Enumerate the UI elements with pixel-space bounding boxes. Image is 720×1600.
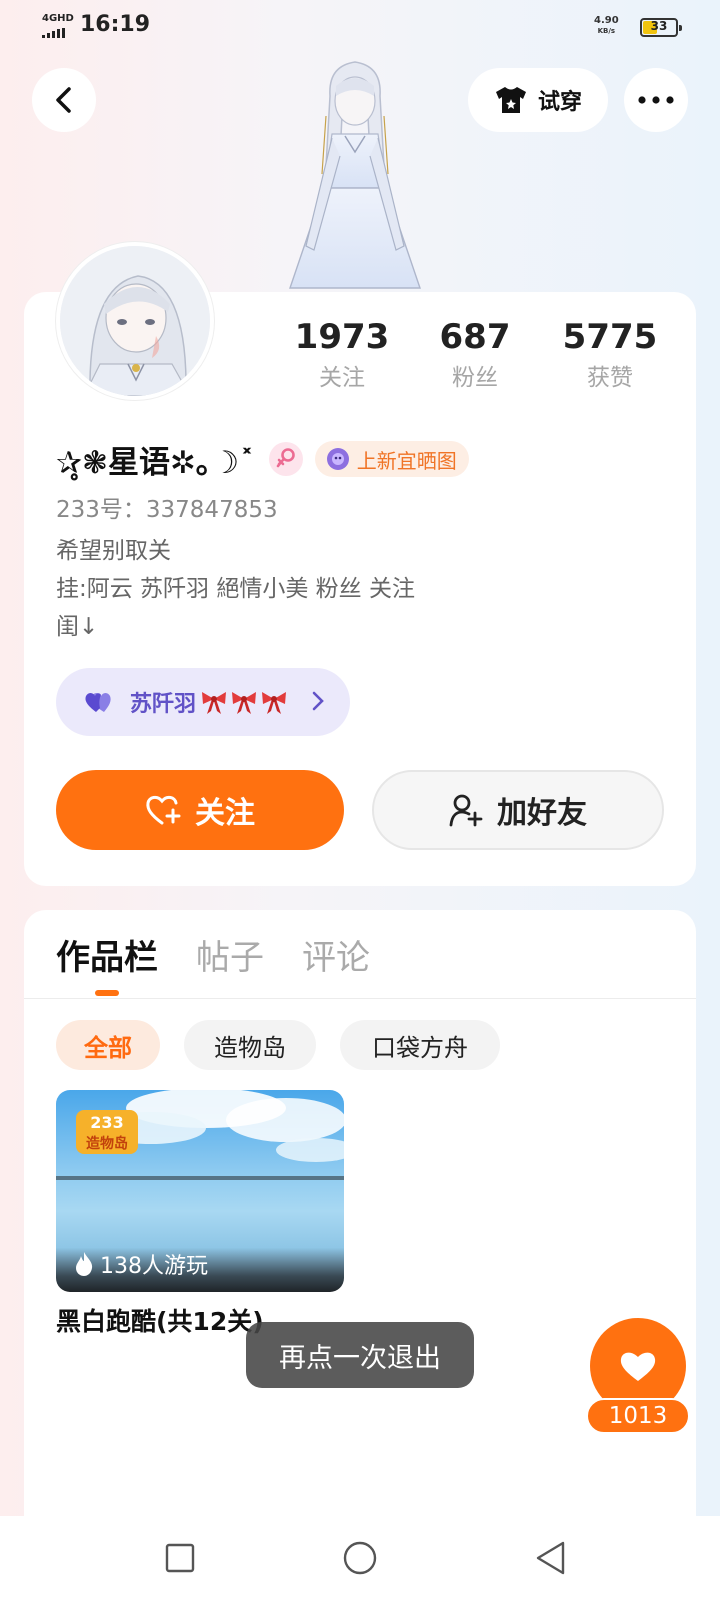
- filter-pocket-ark[interactable]: 口袋方舟: [340, 1020, 500, 1070]
- stat-label: 粉丝: [452, 365, 498, 391]
- name-row: ✰̥❃星语✲｡☽˟ 上新宜晒图: [56, 436, 469, 482]
- add-friend-label: 加好友: [497, 796, 587, 831]
- stat-value: 5775: [562, 317, 658, 357]
- follow-button[interactable]: 关注: [56, 770, 344, 850]
- flame-icon: [76, 1252, 93, 1276]
- home-button[interactable]: [338, 1536, 382, 1580]
- svg-text:233: 233: [90, 1113, 123, 1132]
- ellipsis-icon: [638, 96, 674, 104]
- bestie-card[interactable]: 苏阡羽: [56, 668, 350, 736]
- bow-icon: [262, 692, 287, 714]
- stat-following[interactable]: 1973 关注: [272, 318, 412, 392]
- stat-likes[interactable]: 5775 获赞: [540, 318, 680, 392]
- back-button[interactable]: [32, 68, 96, 132]
- creation-island-logo: 233 造物岛: [76, 1110, 138, 1154]
- try-on-label: 试穿: [537, 90, 582, 115]
- network-speed-value: 4.90: [594, 15, 619, 26]
- tab-works[interactable]: 作品栏: [56, 930, 158, 979]
- play-count: 138人游玩: [74, 1248, 208, 1280]
- network-speed-unit: KB/s: [597, 27, 616, 35]
- triangle-back-icon: [536, 1541, 565, 1575]
- square-icon: [165, 1543, 195, 1573]
- more-button[interactable]: [624, 68, 688, 132]
- toast-message: 再点一次退出: [246, 1322, 474, 1388]
- work-thumbnail[interactable]: 233 造物岛 138人游玩: [56, 1090, 344, 1292]
- heart-plus-icon: [146, 795, 181, 825]
- network-type: 4GHD: [42, 13, 74, 24]
- stat-label: 获赞: [587, 365, 633, 391]
- like-count: 1013: [586, 1398, 690, 1434]
- bow-icon: [232, 692, 257, 714]
- network-speed: 4.90 KB/s: [594, 16, 619, 36]
- title-badge-label: 上新宜晒图: [356, 448, 457, 473]
- filter-all[interactable]: 全部: [56, 1020, 160, 1070]
- battery-level: 33: [650, 19, 668, 33]
- divider: [24, 998, 696, 999]
- stat-value: 687: [439, 317, 511, 357]
- add-user-icon: [449, 794, 483, 827]
- title-badge[interactable]: 上新宜晒图: [314, 441, 469, 477]
- double-heart-icon: [85, 693, 111, 712]
- avatar[interactable]: [56, 242, 214, 400]
- signal-icon: [42, 28, 65, 38]
- filter-creation-island[interactable]: 造物岛: [184, 1020, 316, 1070]
- tab-posts[interactable]: 帖子: [196, 930, 264, 979]
- bow-icons: [200, 689, 288, 715]
- back-nav-button[interactable]: [528, 1536, 572, 1580]
- bestie-name: 苏阡羽: [130, 692, 197, 717]
- status-time: 16:19: [80, 12, 151, 37]
- bow-icon: [202, 692, 227, 714]
- status-bar: 4GHD 16:19 4.90 KB/s 33: [0, 0, 720, 56]
- recents-button[interactable]: [158, 1536, 202, 1580]
- tab-comments[interactable]: 评论: [302, 930, 370, 979]
- stat-value: 1973: [294, 317, 390, 357]
- tshirt-icon: [495, 87, 526, 113]
- chevron-left-icon: [56, 87, 71, 113]
- chevron-right-icon: [312, 691, 324, 711]
- title-badge-icon: [326, 448, 349, 470]
- work-title[interactable]: 黑白跑酷(共12关): [56, 1302, 264, 1338]
- bio-line: 希望别取关: [56, 538, 171, 564]
- battery-icon: 33: [640, 18, 682, 37]
- character-figure: [289, 61, 421, 289]
- bio-line: 挂:阿云 苏阡羽 絕情小美 粉丝 关注: [56, 576, 415, 602]
- avatar-image: [60, 246, 210, 396]
- play-count-label: 138人游玩: [100, 1254, 208, 1279]
- tab-indicator: [95, 990, 119, 996]
- heart-icon: [620, 1352, 656, 1381]
- bio: 希望别取关 挂:阿云 苏阡羽 絕情小美 粉丝 关注 闺↓: [56, 532, 415, 646]
- female-icon: [268, 442, 303, 476]
- add-friend-button[interactable]: 加好友: [372, 770, 664, 850]
- stat-label: 关注: [319, 365, 365, 391]
- svg-text:造物岛: 造物岛: [86, 1135, 128, 1152]
- circle-icon: [343, 1541, 377, 1575]
- user-id[interactable]: 233号：337847853: [56, 490, 278, 524]
- follow-label: 关注: [195, 796, 255, 831]
- nickname: ✰̥❃星语✲｡☽˟: [56, 444, 255, 481]
- bio-line: 闺↓: [56, 614, 99, 640]
- try-on-button[interactable]: 试穿: [468, 68, 608, 132]
- stat-followers[interactable]: 687 粉丝: [405, 318, 545, 392]
- system-nav-bar: [0, 1516, 720, 1600]
